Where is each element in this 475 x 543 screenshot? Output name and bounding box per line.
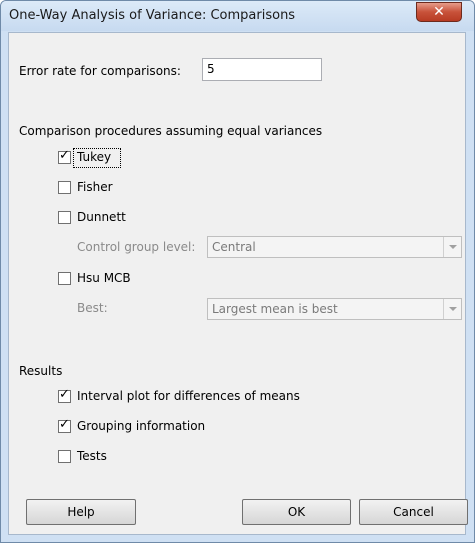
dialog-window: One-Way Analysis of Variance: Comparison… [0,0,475,543]
results-heading: Results [19,364,63,378]
control-group-label: Control group level: [77,240,196,254]
hsu-checkbox[interactable] [58,272,71,285]
check-mark-icon: ✓ [59,417,70,432]
best-label: Best: [77,301,108,315]
grouping-checkbox[interactable]: ✓ [58,417,71,433]
check-mark-icon: ✓ [59,148,70,163]
tukey-checkbox[interactable]: ✓ [58,148,71,164]
dialog-body: Error rate for comparisons: 5 Comparison… [8,32,468,535]
cancel-button[interactable]: Cancel [359,499,468,525]
control-group-select[interactable]: Central [207,236,462,258]
close-button[interactable]: ✕ [416,2,462,22]
chevron-down-icon[interactable] [443,299,461,319]
best-select[interactable]: Largest mean is best [207,298,462,320]
check-mark-icon: ✓ [59,387,70,402]
grouping-label[interactable]: Grouping information [77,419,205,433]
fisher-checkbox[interactable] [58,181,71,194]
title-bar[interactable]: One-Way Analysis of Variance: Comparison… [1,1,474,31]
interval-plot-checkbox[interactable]: ✓ [58,387,71,403]
ok-button[interactable]: OK [242,499,351,525]
control-group-value: Central [212,240,256,254]
interval-plot-label[interactable]: Interval plot for differences of means [77,389,300,403]
window-title: One-Way Analysis of Variance: Comparison… [9,8,296,23]
tukey-label[interactable]: Tukey [77,150,111,164]
best-value: Largest mean is best [212,302,338,316]
tests-checkbox[interactable] [58,450,71,463]
dunnett-label[interactable]: Dunnett [77,210,126,224]
help-button[interactable]: Help [26,499,136,525]
error-rate-input[interactable]: 5 [202,58,322,81]
dunnett-checkbox[interactable] [58,211,71,224]
procedures-heading: Comparison procedures assuming equal var… [19,124,323,138]
fisher-label[interactable]: Fisher [77,180,113,194]
close-icon: ✕ [433,4,445,20]
hsu-label[interactable]: Hsu MCB [77,271,131,285]
error-rate-label: Error rate for comparisons: [19,64,181,78]
tests-label[interactable]: Tests [77,449,107,463]
chevron-down-icon[interactable] [443,237,461,257]
